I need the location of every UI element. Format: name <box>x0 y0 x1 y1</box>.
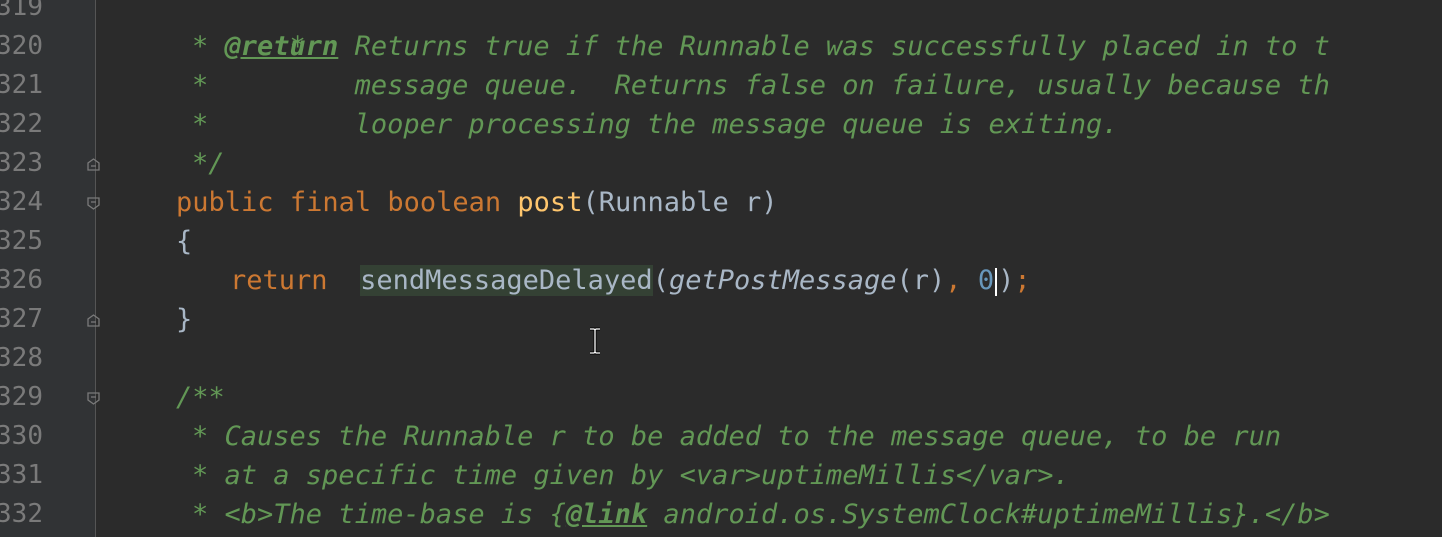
line-number-gutter[interactable]: 319 320 321 322 323 324 325 326 327 328 … <box>0 0 96 537</box>
arguments: (r) <box>896 265 946 296</box>
comment-text: * <box>192 70 209 101</box>
code-line[interactable]: * <box>192 0 306 62</box>
text-ibeam-cursor-icon <box>588 327 602 355</box>
code-text-area[interactable]: * * @return Returns true if the Runnable… <box>96 0 1442 537</box>
comment-text: at a specific time given by <var>uptimeM… <box>208 460 1070 491</box>
static-method-call[interactable]: getPostMessage <box>669 265 897 296</box>
paren: ( <box>652 265 669 296</box>
line-number: 321 <box>0 70 43 100</box>
semicolon: ; <box>1014 265 1031 296</box>
method-name[interactable]: post <box>517 187 582 218</box>
code-line[interactable]: * <b>The time-base is {@link android.os.… <box>192 495 1330 534</box>
code-line[interactable]: public final boolean post(Runnable r) <box>176 183 778 222</box>
comment-text: looper processing the message queue is e… <box>208 109 1119 140</box>
code-editor[interactable]: 319 320 321 322 323 324 325 326 327 328 … <box>0 0 1442 537</box>
comment-text: message queue. Returns false on failure,… <box>208 70 1330 101</box>
comment-text: Returns true if the Runnable was success… <box>338 31 1330 62</box>
javadoc-tag[interactable]: @return <box>225 31 339 62</box>
code-line[interactable]: * Causes the Runnable r to be added to t… <box>192 417 1281 456</box>
keyword: public <box>176 187 274 218</box>
line-number: 322 <box>0 109 43 139</box>
line-number: 325 <box>0 226 43 256</box>
line-number: 330 <box>0 421 43 451</box>
code-line[interactable]: * at a specific time given by <var>uptim… <box>192 456 1070 495</box>
line-number: 331 <box>0 460 43 490</box>
keyword: final <box>289 187 372 218</box>
comment-text: <b>The time-base is { <box>208 499 566 530</box>
code-line[interactable]: /** <box>176 378 225 417</box>
comment-text: android.os.SystemClock#uptimeMillis}.</b… <box>647 499 1330 530</box>
line-number: 320 <box>0 31 43 61</box>
code-line[interactable]: * message queue. Returns false on failur… <box>192 66 1330 105</box>
line-number: 326 <box>0 265 43 295</box>
comment-text: * <box>192 499 209 530</box>
keyword: return <box>230 265 328 296</box>
brace: } <box>176 304 193 335</box>
comment-text: */ <box>192 148 225 179</box>
line-number: 327 <box>0 304 43 334</box>
line-number: 328 <box>0 343 43 373</box>
code-line[interactable]: * looper processing the message queue is… <box>192 105 1119 144</box>
code-line[interactable]: } <box>176 300 192 339</box>
code-line[interactable]: */ <box>192 144 225 183</box>
number-literal: 0 <box>977 265 995 296</box>
code-line[interactable]: * @return Returns true if the Runnable w… <box>192 27 1330 66</box>
paren: ) <box>998 265 1015 296</box>
line-number: 323 <box>0 148 43 178</box>
comment-text: /** <box>176 382 225 413</box>
comment-text: * <box>192 31 225 62</box>
parameters: (Runnable r) <box>582 187 778 218</box>
comment-text: * <box>192 109 209 140</box>
line-number: 329 <box>0 382 43 412</box>
keyword: boolean <box>387 187 502 218</box>
code-line[interactable]: { <box>176 222 192 261</box>
line-number: 324 <box>0 187 43 217</box>
code-line-current[interactable]: return sendMessageDelayed(getPostMessage… <box>230 261 1031 300</box>
line-number: 319 <box>0 0 43 22</box>
comment-text: * <box>192 460 209 491</box>
comment-text: * <box>192 421 209 452</box>
method-call-highlighted[interactable]: sendMessageDelayed <box>360 265 653 296</box>
text-caret <box>995 267 998 296</box>
comma: , <box>945 265 962 296</box>
brace: { <box>176 226 193 257</box>
javadoc-tag[interactable]: @link <box>566 499 647 530</box>
line-number: 332 <box>0 499 43 529</box>
comment-text: Causes the Runnable r to be added to the… <box>208 421 1282 452</box>
